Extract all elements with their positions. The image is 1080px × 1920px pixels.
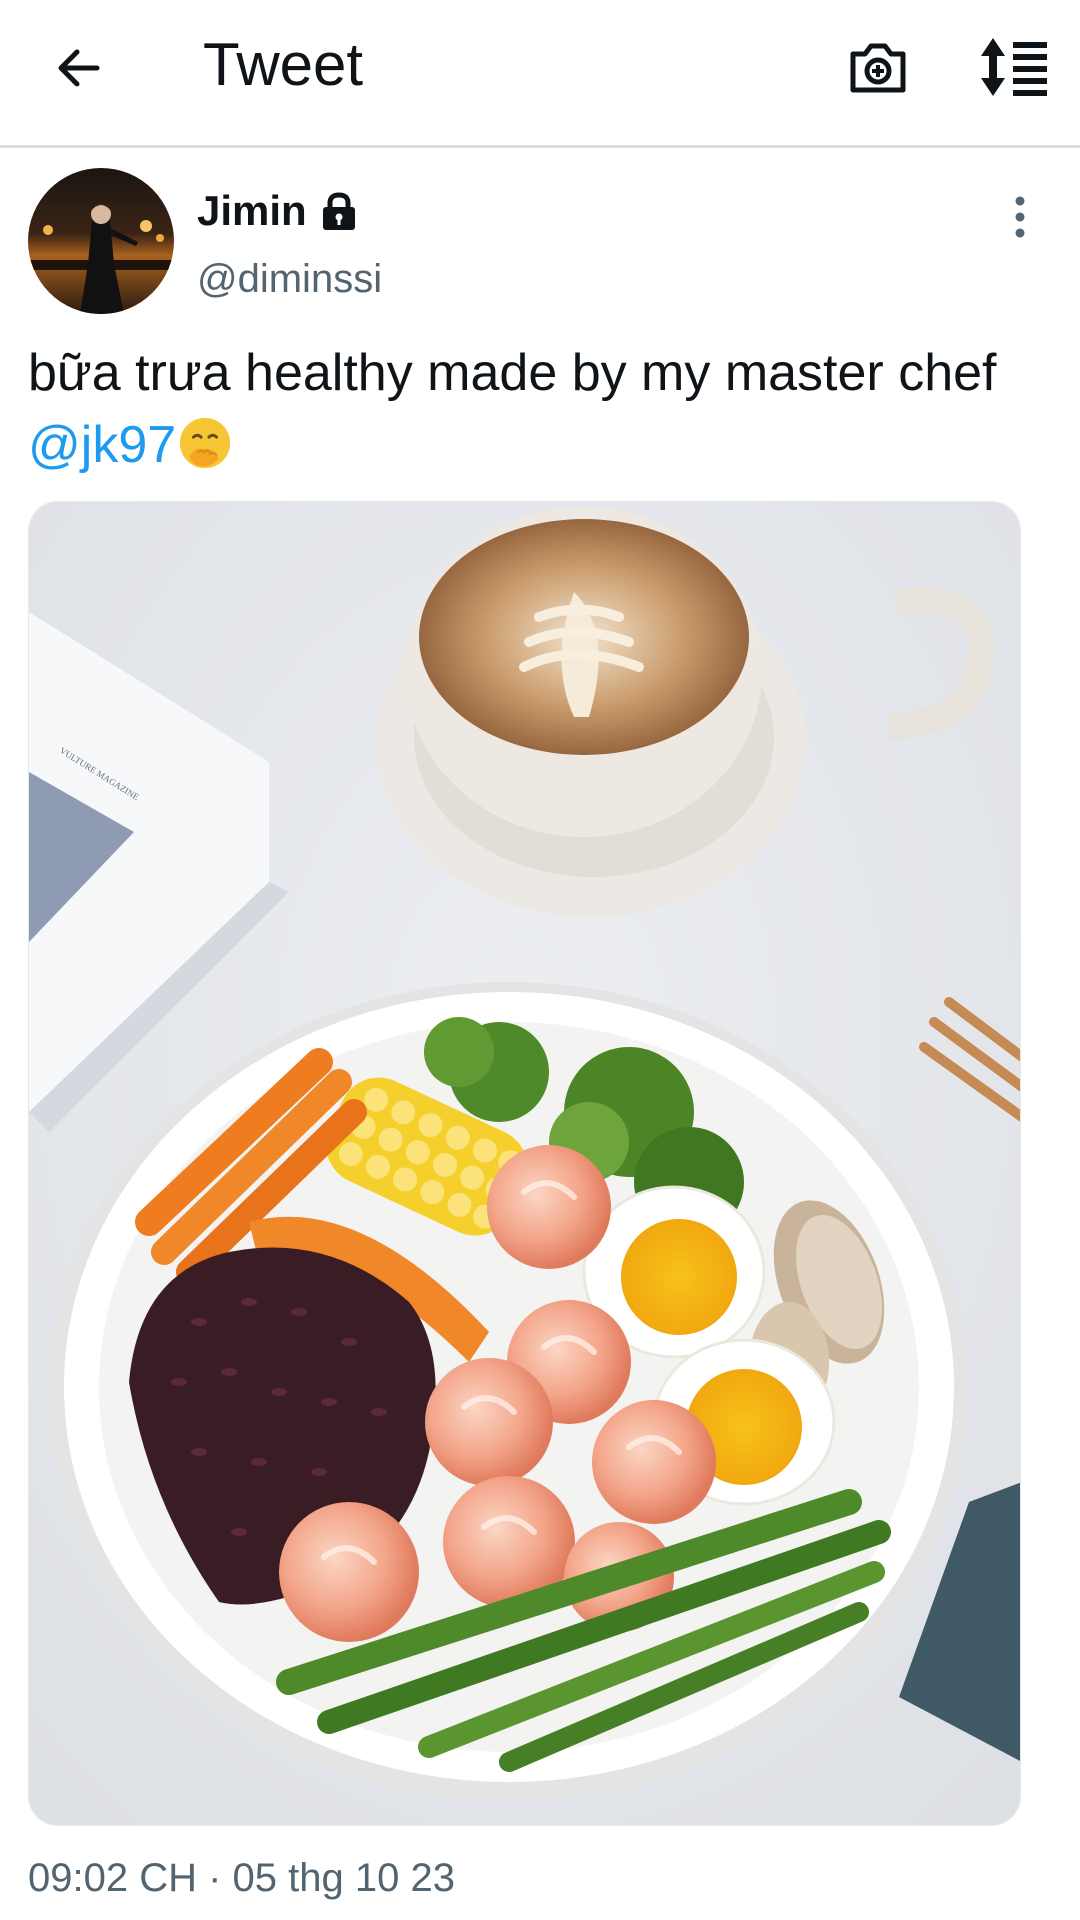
sort-button[interactable]	[975, 34, 1051, 100]
more-vertical-icon	[1015, 196, 1025, 238]
tweet-body: bữa trưa healthy made by my master chef	[28, 344, 997, 402]
author-handle[interactable]: @diminssi	[197, 254, 382, 304]
lock-icon	[322, 192, 355, 230]
author-display-name[interactable]: Jimin	[197, 186, 307, 236]
photo-food-bowl: VULTURE MAGAZINE	[29, 502, 1020, 1825]
camera-plus-icon	[850, 43, 906, 93]
camera-button[interactable]	[845, 34, 911, 100]
back-button[interactable]	[44, 30, 114, 106]
hand-over-mouth-emoji	[180, 417, 231, 469]
top-app-bar: Tweet	[0, 0, 1080, 148]
tweet-photo[interactable]: VULTURE MAGAZINE	[28, 501, 1021, 1826]
tweet-text: bữa trưa healthy made by my master chef …	[28, 337, 1068, 481]
more-options-button[interactable]	[1000, 192, 1040, 242]
tweet-timestamp[interactable]: 09:02 CH · 05 thg 10 23	[28, 1850, 455, 1906]
avatar[interactable]	[28, 168, 174, 314]
mention-link[interactable]: @jk97	[28, 416, 176, 474]
avatar-photo	[28, 168, 174, 314]
arrow-left-icon	[58, 49, 100, 87]
sort-list-icon	[981, 38, 1047, 96]
page-title: Tweet	[203, 31, 364, 98]
author-name-row[interactable]: Jimin	[197, 186, 359, 236]
